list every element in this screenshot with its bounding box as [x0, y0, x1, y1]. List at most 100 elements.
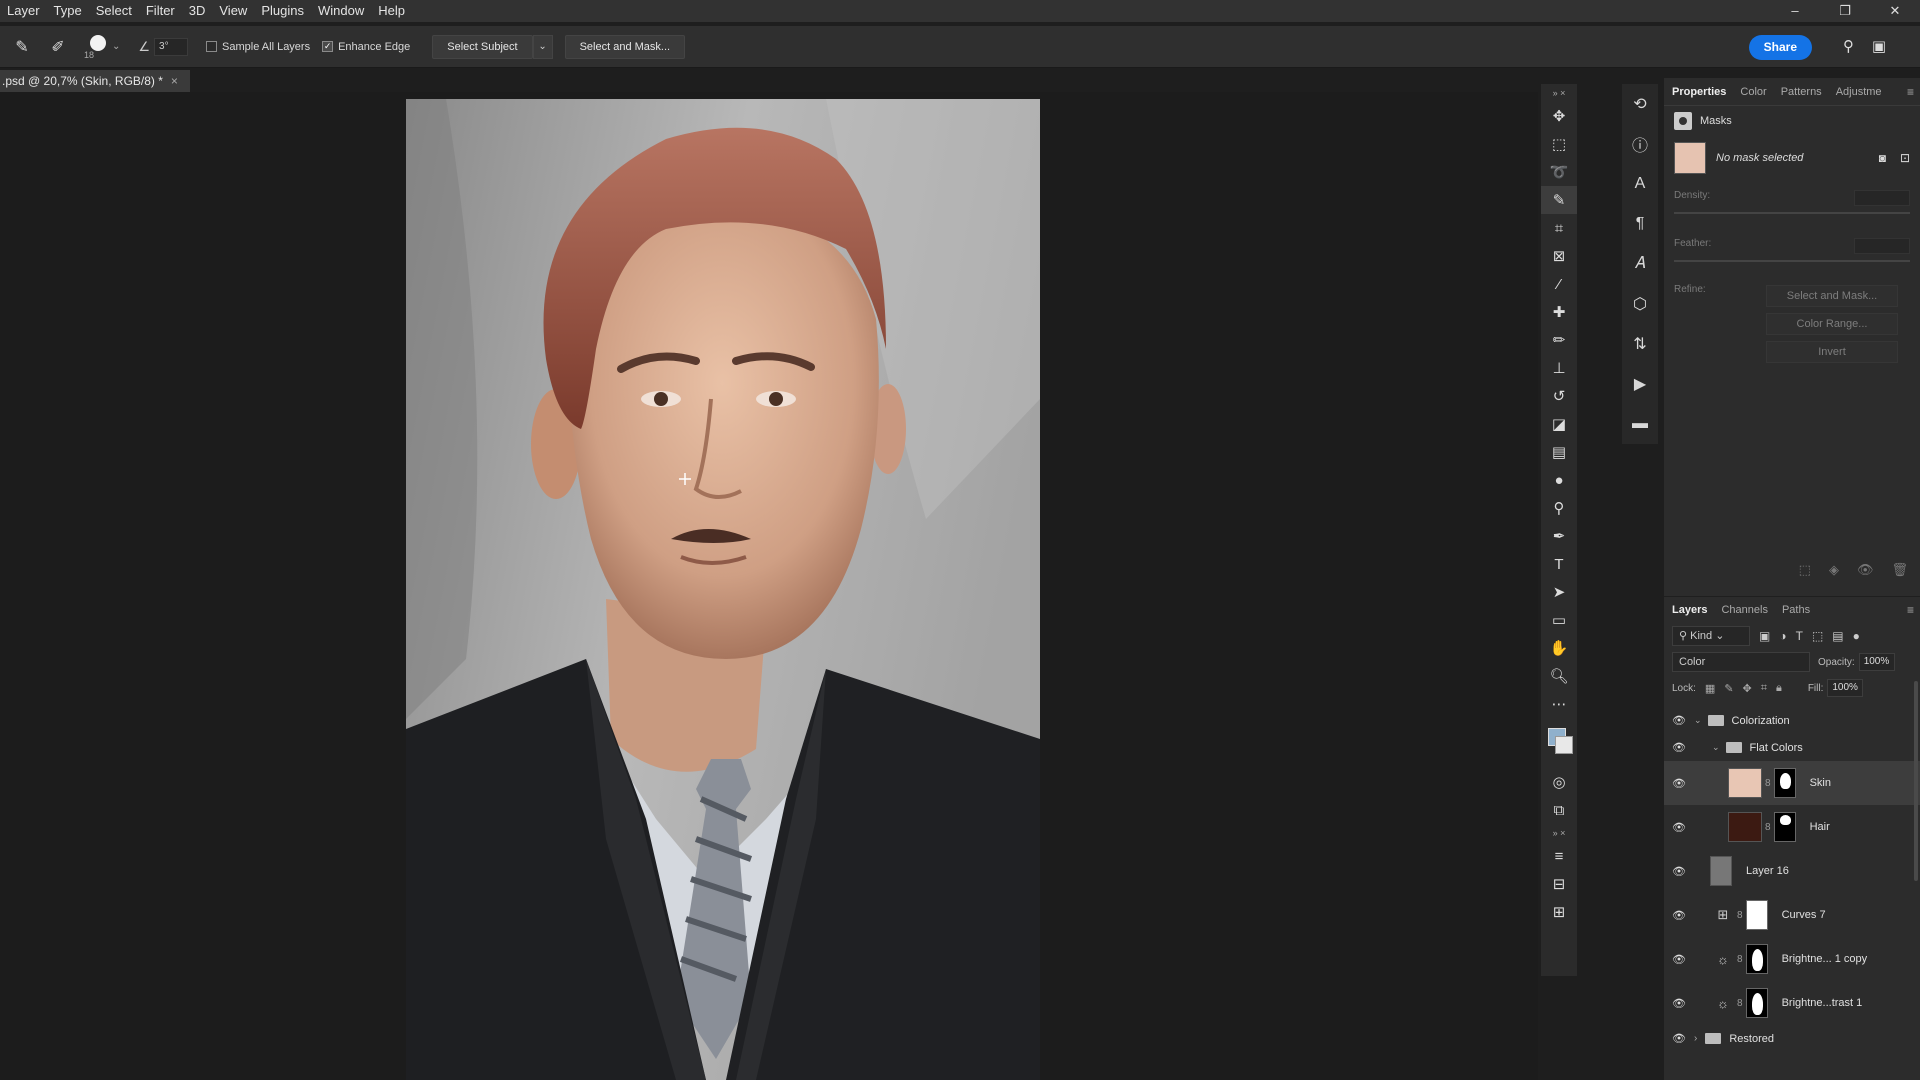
quick-selection-subtract-icon[interactable]: ✐: [44, 33, 72, 61]
lasso-tool-icon[interactable]: ➰: [1541, 158, 1577, 186]
menu-3d[interactable]: 3D: [182, 0, 213, 22]
chevron-right-icon[interactable]: ›: [1694, 1033, 1697, 1044]
adjustments-icon[interactable]: ⊟: [1541, 870, 1577, 898]
history-brush-icon[interactable]: ↺: [1541, 382, 1577, 410]
layers-menu-icon[interactable]: ≡: [1907, 603, 1914, 617]
visibility-eye-icon[interactable]: 👁︎: [1672, 1032, 1688, 1045]
pixel-mask-icon[interactable]: ◙: [1879, 151, 1886, 165]
glyphs-icon[interactable]: 𝐴: [1622, 244, 1658, 284]
background-color-swatch[interactable]: [1555, 736, 1573, 754]
restore-button[interactable]: ❐: [1820, 0, 1870, 22]
visibility-eye-icon[interactable]: 👁︎: [1672, 777, 1688, 790]
portrait-image[interactable]: [406, 99, 1040, 1080]
density-field[interactable]: [1854, 190, 1910, 206]
invert-button[interactable]: Invert: [1766, 341, 1898, 363]
pen-tool-icon[interactable]: ✒: [1541, 522, 1577, 550]
mask-thumbnail[interactable]: [1745, 900, 1768, 930]
angle-field[interactable]: 3°: [154, 37, 189, 56]
lock-all-icon[interactable]: 🔒︎: [1776, 682, 1782, 695]
marquee-tool-icon[interactable]: ⬚: [1541, 130, 1577, 158]
gradient-tool-icon[interactable]: ▤: [1541, 438, 1577, 466]
link-icon[interactable]: 8: [1765, 778, 1771, 789]
blur-tool-icon[interactable]: ●: [1541, 466, 1577, 494]
menu-view[interactable]: View: [212, 0, 254, 22]
frame-tool-icon[interactable]: ⊠: [1541, 242, 1577, 270]
select-and-mask-panel-button[interactable]: Select and Mask...: [1766, 285, 1898, 307]
visibility-eye-icon[interactable]: 👁︎: [1672, 821, 1688, 834]
filter-type-icon[interactable]: T: [1796, 629, 1803, 643]
panel-collapse-icon[interactable]: » ×: [1541, 84, 1577, 102]
link-icon[interactable]: 8: [1737, 998, 1743, 1009]
menu-select[interactable]: Select: [89, 0, 139, 22]
more-tools-icon[interactable]: ⋯: [1541, 690, 1577, 718]
kind-filter-dropdown[interactable]: ⚲ Kind ⌄: [1672, 626, 1750, 646]
search-icon[interactable]: ⚲: [1843, 37, 1854, 55]
tool-presets-icon[interactable]: ▬: [1622, 404, 1658, 444]
type-tool-icon[interactable]: T: [1541, 550, 1577, 578]
close-window-button[interactable]: ✕: [1870, 0, 1920, 22]
chevron-down-icon[interactable]: ⌄: [1712, 742, 1720, 753]
lock-transparent-icon[interactable]: ▦: [1705, 682, 1715, 695]
canvas-area[interactable]: [0, 92, 1538, 1080]
info-icon[interactable]: ⓘ: [1622, 124, 1658, 164]
stamp-tool-icon[interactable]: ⊥: [1541, 354, 1577, 382]
density-control[interactable]: Density:: [1664, 180, 1920, 214]
tab-adjustments[interactable]: Adjustme: [1836, 86, 1882, 98]
tab-patterns[interactable]: Patterns: [1781, 86, 1822, 98]
select-subject-button[interactable]: Select Subject: [432, 34, 533, 59]
tab-color[interactable]: Color: [1740, 86, 1766, 98]
trash-icon[interactable]: 🗑︎: [1891, 562, 1908, 578]
tab-layers[interactable]: Layers: [1672, 604, 1707, 616]
feather-field[interactable]: [1854, 238, 1910, 254]
visibility-eye-icon[interactable]: 👁︎: [1672, 865, 1688, 878]
lock-artboard-icon[interactable]: ⌗: [1761, 682, 1767, 695]
minimize-button[interactable]: –: [1770, 0, 1820, 22]
brush-settings-icon[interactable]: ≡: [1541, 842, 1577, 870]
quick-selection-icon[interactable]: ✎: [8, 33, 36, 61]
layer-row[interactable]: 👁︎ Layer 16: [1664, 849, 1920, 893]
tab-properties[interactable]: Properties: [1672, 86, 1726, 98]
menu-filter[interactable]: Filter: [139, 0, 182, 22]
menu-window[interactable]: Window: [311, 0, 371, 22]
chevron-down-icon[interactable]: ⌄: [112, 41, 120, 52]
healing-brush-icon[interactable]: ✚: [1541, 298, 1577, 326]
layer-row[interactable]: 👁︎ ⌄ Colorization: [1664, 707, 1920, 734]
document-tab[interactable]: .psd @ 20,7% (Skin, RGB/8) * ×: [0, 70, 190, 92]
actions-play-icon[interactable]: ▶: [1622, 364, 1658, 404]
visibility-eye-icon[interactable]: 👁︎: [1672, 741, 1688, 754]
menu-help[interactable]: Help: [371, 0, 412, 22]
visibility-icon[interactable]: 👁︎: [1857, 562, 1874, 578]
tab-channels[interactable]: Channels: [1721, 604, 1767, 616]
color-range-button[interactable]: Color Range...: [1766, 313, 1898, 335]
panel-menu-icon[interactable]: ≡: [1907, 85, 1914, 99]
link-icon[interactable]: 8: [1765, 822, 1771, 833]
close-tab-icon[interactable]: ×: [171, 74, 178, 88]
visibility-eye-icon[interactable]: 👁︎: [1672, 953, 1688, 966]
menu-type[interactable]: Type: [47, 0, 89, 22]
enhance-edge-checkbox[interactable]: ✓ Enhance Edge: [322, 41, 410, 53]
crop-tool-icon[interactable]: ⌗: [1541, 214, 1577, 242]
filter-pixel-icon[interactable]: ▣: [1759, 629, 1770, 643]
character-icon[interactable]: A: [1622, 164, 1658, 204]
lock-position-icon[interactable]: ✥: [1743, 682, 1752, 695]
path-selection-icon[interactable]: ➤: [1541, 578, 1577, 606]
mask-thumbnail[interactable]: [1773, 812, 1796, 842]
panel-collapse-icon-2[interactable]: » ×: [1541, 824, 1577, 842]
fill-field[interactable]: 100%: [1827, 679, 1864, 697]
mask-thumbnail[interactable]: [1745, 988, 1768, 1018]
brush-preview-icon[interactable]: [90, 34, 106, 51]
vector-mask-icon[interactable]: ⊡: [1900, 151, 1910, 165]
3d-icon[interactable]: ⬡: [1622, 284, 1658, 324]
clone-source-icon[interactable]: ⊞: [1541, 898, 1577, 926]
menu-plugins[interactable]: Plugins: [254, 0, 311, 22]
mask-thumbnail[interactable]: [1773, 768, 1796, 798]
mask-thumbnail[interactable]: [1745, 944, 1768, 974]
layer-row[interactable]: 👁︎ ☼ 8 Brightne... 1 copy: [1664, 937, 1920, 981]
select-subject-dropdown[interactable]: ⌄: [532, 34, 553, 59]
layer-row[interactable]: 👁︎ ⊞ 8 Curves 7: [1664, 893, 1920, 937]
visibility-eye-icon[interactable]: 👁︎: [1672, 997, 1688, 1010]
quick-mask-icon[interactable]: ◎: [1541, 768, 1577, 796]
layers-scrollbar[interactable]: [1914, 681, 1918, 881]
dodge-tool-icon[interactable]: ⚲: [1541, 494, 1577, 522]
eraser-tool-icon[interactable]: ◪: [1541, 410, 1577, 438]
